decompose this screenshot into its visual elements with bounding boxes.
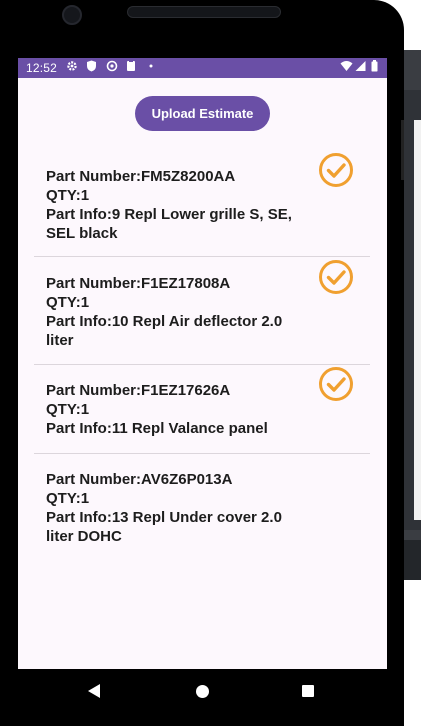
divider xyxy=(34,364,370,365)
divider xyxy=(34,453,370,454)
desktop-taskbar-edge xyxy=(404,540,421,580)
part-qty: QTY:1 xyxy=(46,294,90,311)
upload-estimate-button[interactable]: Upload Estimate xyxy=(135,96,270,131)
camera-icon xyxy=(62,5,82,25)
part-info: Part Info:13 Repl Under cover 2.0 liter … xyxy=(46,509,282,545)
power-button[interactable] xyxy=(401,120,404,180)
part-info: Part Info:10 Repl Air deflector 2.0 lite… xyxy=(46,313,283,349)
battery-icon xyxy=(371,60,378,77)
part-number: Part Number:F1EZ17626A xyxy=(46,382,231,399)
signal-icon xyxy=(355,60,366,77)
part-text: Part Number:AV6Z6P013A QTY:1 Part Info:1… xyxy=(46,470,311,546)
recents-icon[interactable] xyxy=(302,685,314,697)
check-circle-icon[interactable] xyxy=(319,367,353,401)
part-info: Part Info:11 Repl Valance panel xyxy=(46,420,268,437)
sync-icon xyxy=(106,60,118,77)
speaker-grille xyxy=(127,6,281,18)
part-qty: QTY:1 xyxy=(46,187,90,204)
gear-icon xyxy=(66,60,78,77)
part-qty: QTY:1 xyxy=(46,490,90,507)
part-number: Part Number:AV6Z6P013A xyxy=(46,471,233,488)
divider xyxy=(34,256,370,257)
part-text: Part Number:F1EZ17808A QTY:1 Part Info:1… xyxy=(46,274,311,350)
part-number: Part Number:F1EZ17808A xyxy=(46,275,231,292)
back-icon[interactable] xyxy=(88,684,100,698)
list-item[interactable]: Part Number:AV6Z6P013A QTY:1 Part Info:1… xyxy=(18,470,387,564)
shield-icon xyxy=(86,60,97,77)
clipboard-icon xyxy=(126,60,136,77)
app-screen: 12:52 Upload Estimate Part Number:FM5Z82… xyxy=(18,58,387,669)
part-qty: QTY:1 xyxy=(46,401,90,418)
navigation-bar xyxy=(0,670,404,726)
phone-frame: 12:52 Upload Estimate Part Number:FM5Z82… xyxy=(0,0,404,726)
status-time: 12:52 xyxy=(26,61,58,75)
desktop-window-content xyxy=(414,120,421,520)
part-text: Part Number:F1EZ17626A QTY:1 Part Info:1… xyxy=(46,381,311,438)
dot-icon xyxy=(149,60,153,77)
home-icon[interactable] xyxy=(196,685,209,698)
estimate-content: Upload Estimate Part Number:FM5Z8200AA Q… xyxy=(18,78,387,669)
status-bar: 12:52 xyxy=(18,58,387,78)
wifi-icon xyxy=(340,60,353,77)
check-circle-icon[interactable] xyxy=(319,260,353,294)
part-number: Part Number:FM5Z8200AA xyxy=(46,168,236,185)
check-circle-icon[interactable] xyxy=(319,153,353,187)
part-info: Part Info:9 Repl Lower grille S, SE, SEL… xyxy=(46,206,292,242)
part-text: Part Number:FM5Z8200AA QTY:1 Part Info:9… xyxy=(46,167,311,243)
